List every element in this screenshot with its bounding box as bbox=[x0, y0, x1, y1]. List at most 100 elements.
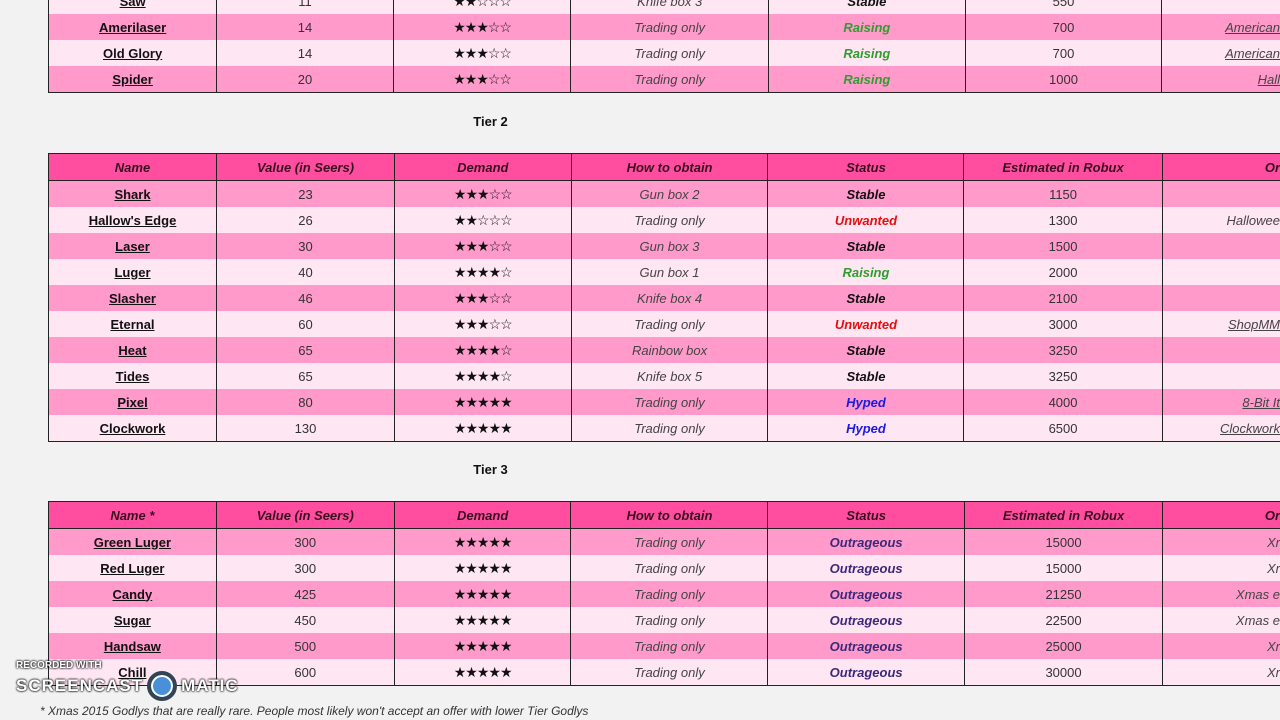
column-header-origin[interactable]: Or bbox=[1161, 153, 1280, 181]
column-header-name[interactable]: Name bbox=[47, 153, 217, 181]
cell-origin[interactable]: American bbox=[1161, 14, 1280, 40]
cell-robux: 550 bbox=[964, 0, 1162, 14]
demand-stars: ★★★★★ bbox=[393, 633, 571, 659]
column-header-demand[interactable]: Demand bbox=[394, 153, 572, 181]
column-header-origin[interactable]: Or bbox=[1162, 501, 1280, 529]
cell-name[interactable]: Old Glory bbox=[47, 40, 217, 66]
cell-robux: 21250 bbox=[963, 581, 1163, 607]
cell-robux: 2100 bbox=[963, 285, 1163, 311]
column-header-how[interactable]: How to obtain bbox=[570, 153, 768, 181]
cell-value: 425 bbox=[215, 581, 395, 607]
cell-status: Stable bbox=[767, 233, 964, 259]
cell-name[interactable]: Handsaw bbox=[48, 633, 217, 659]
cell-how: Trading only bbox=[570, 659, 768, 686]
cell-value: 300 bbox=[215, 555, 395, 581]
cell-origin[interactable]: Clockwork bbox=[1161, 415, 1280, 442]
cell-robux: 1300 bbox=[963, 207, 1163, 233]
column-header-robux[interactable]: Estimated in Robux bbox=[963, 501, 1163, 529]
column-header-value[interactable]: Value (in Seers) bbox=[216, 153, 395, 181]
tier2-table: Name Value (in Seers) Demand How to obtain S… bbox=[47, 153, 1280, 442]
cell-origin: Xr bbox=[1162, 528, 1280, 555]
demand-stars: ★★★★★ bbox=[393, 528, 571, 555]
column-header-robux[interactable]: Estimated in Robux bbox=[963, 153, 1163, 181]
cell-name[interactable]: Luger bbox=[47, 259, 217, 285]
demand-stars: ★★★★★ bbox=[394, 415, 572, 442]
column-header-demand[interactable]: Demand bbox=[393, 501, 571, 529]
cell-value: 60 bbox=[216, 311, 395, 337]
cell-name[interactable]: Clockwork bbox=[47, 415, 217, 442]
cell-name[interactable]: Shark bbox=[47, 180, 217, 207]
column-header-value[interactable]: Value (in Seers) bbox=[215, 501, 395, 529]
cell-name[interactable]: Saw bbox=[47, 0, 217, 14]
cell-robux: 6500 bbox=[963, 415, 1163, 442]
watermark-left: SCREENCAST bbox=[16, 676, 144, 695]
table-row: Old Glory 14 ★★★☆☆ Trading only Raising 700 Am… bbox=[47, 40, 1280, 66]
cell-robux: 1500 bbox=[963, 233, 1163, 259]
cell-status: Stable bbox=[767, 363, 964, 389]
cell-status: Outrageous bbox=[767, 581, 965, 607]
cell-name[interactable]: Red Luger bbox=[48, 555, 217, 581]
column-header-status[interactable]: Status bbox=[767, 153, 964, 181]
cell-robux: 25000 bbox=[963, 633, 1163, 659]
cell-name[interactable]: Spider bbox=[47, 66, 217, 93]
demand-stars: ★★★★★ bbox=[393, 581, 571, 607]
cell-origin[interactable]: ShopMM bbox=[1161, 311, 1280, 337]
demand-stars: ★★★☆☆ bbox=[394, 233, 572, 259]
demand-stars: ★★☆☆☆ bbox=[394, 207, 572, 233]
cell-status: Outrageous bbox=[767, 659, 965, 686]
demand-stars: ★★★☆☆ bbox=[392, 40, 571, 66]
demand-stars: ★★★★★ bbox=[393, 607, 571, 633]
cell-status: Unwanted bbox=[767, 311, 964, 337]
cell-how: Trading only bbox=[570, 581, 768, 607]
cell-how: Knife box 5 bbox=[570, 363, 768, 389]
table-row: Saw 11 ★★☆☆☆ Knife box 3 Stable 550 bbox=[47, 0, 1280, 14]
cell-name[interactable]: Laser bbox=[47, 233, 217, 259]
cell-how: Trading only bbox=[570, 207, 768, 233]
cell-value: 65 bbox=[216, 337, 395, 363]
cell-name[interactable]: Amerilaser bbox=[47, 14, 217, 40]
tier1-table: Saw 11 ★★☆☆☆ Knife box 3 Stable 550 Amerilaser… bbox=[47, 0, 1280, 93]
cell-value: 46 bbox=[216, 285, 395, 311]
table-row: Red Luger 300 ★★★★★ Trading only Outrageous 1… bbox=[48, 555, 1280, 581]
cell-name[interactable]: Candy bbox=[48, 581, 217, 607]
cell-origin bbox=[1161, 0, 1280, 14]
cell-origin: Xr bbox=[1162, 555, 1280, 581]
tier2-title: Tier 2 bbox=[473, 114, 508, 129]
cell-value: 40 bbox=[216, 259, 395, 285]
cell-name[interactable]: Hallow's Edge bbox=[47, 207, 217, 233]
cell-origin[interactable]: Hall bbox=[1161, 66, 1280, 93]
cell-how: Trading only bbox=[570, 555, 768, 581]
watermark-right: MATIC bbox=[181, 676, 239, 695]
cell-robux: 22500 bbox=[963, 607, 1163, 633]
cell-name[interactable]: Tides bbox=[47, 363, 217, 389]
cell-origin[interactable]: American bbox=[1161, 40, 1280, 66]
cell-origin[interactable]: 8-Bit It bbox=[1161, 389, 1280, 415]
column-header-how[interactable]: How to obtain bbox=[570, 501, 768, 529]
cell-robux: 700 bbox=[964, 14, 1162, 40]
cell-name[interactable]: Heat bbox=[47, 337, 217, 363]
demand-stars: ★★☆☆☆ bbox=[392, 0, 571, 14]
cell-status: Unwanted bbox=[767, 207, 964, 233]
cell-name[interactable]: Sugar bbox=[48, 607, 217, 633]
cell-name[interactable]: Eternal bbox=[47, 311, 217, 337]
cell-status: Hyped bbox=[767, 415, 964, 442]
column-header-status[interactable]: Status bbox=[767, 501, 965, 529]
table-row: Spider 20 ★★★☆☆ Trading only Raising 1000 Hall bbox=[47, 66, 1280, 93]
cell-origin bbox=[1161, 259, 1280, 285]
demand-stars: ★★★★★ bbox=[393, 555, 571, 581]
cell-status: Outrageous bbox=[767, 607, 965, 633]
cell-value: 14 bbox=[216, 40, 394, 66]
table-row: Slasher 46 ★★★☆☆ Knife box 4 Stable 2100 bbox=[47, 285, 1280, 311]
cell-value: 65 bbox=[216, 363, 395, 389]
cell-name[interactable]: Pixel bbox=[47, 389, 217, 415]
cell-robux: 15000 bbox=[963, 528, 1163, 555]
cell-how: Trading only bbox=[570, 415, 768, 442]
cell-origin: Hallowee bbox=[1161, 207, 1280, 233]
cell-name[interactable]: Slasher bbox=[47, 285, 217, 311]
cell-robux: 1000 bbox=[964, 66, 1162, 93]
cell-how: Rainbow box bbox=[570, 337, 768, 363]
cell-robux: 2000 bbox=[963, 259, 1163, 285]
column-header-name[interactable]: Name * bbox=[48, 501, 217, 529]
cell-name[interactable]: Green Luger bbox=[48, 528, 217, 555]
cell-value: 300 bbox=[215, 528, 395, 555]
